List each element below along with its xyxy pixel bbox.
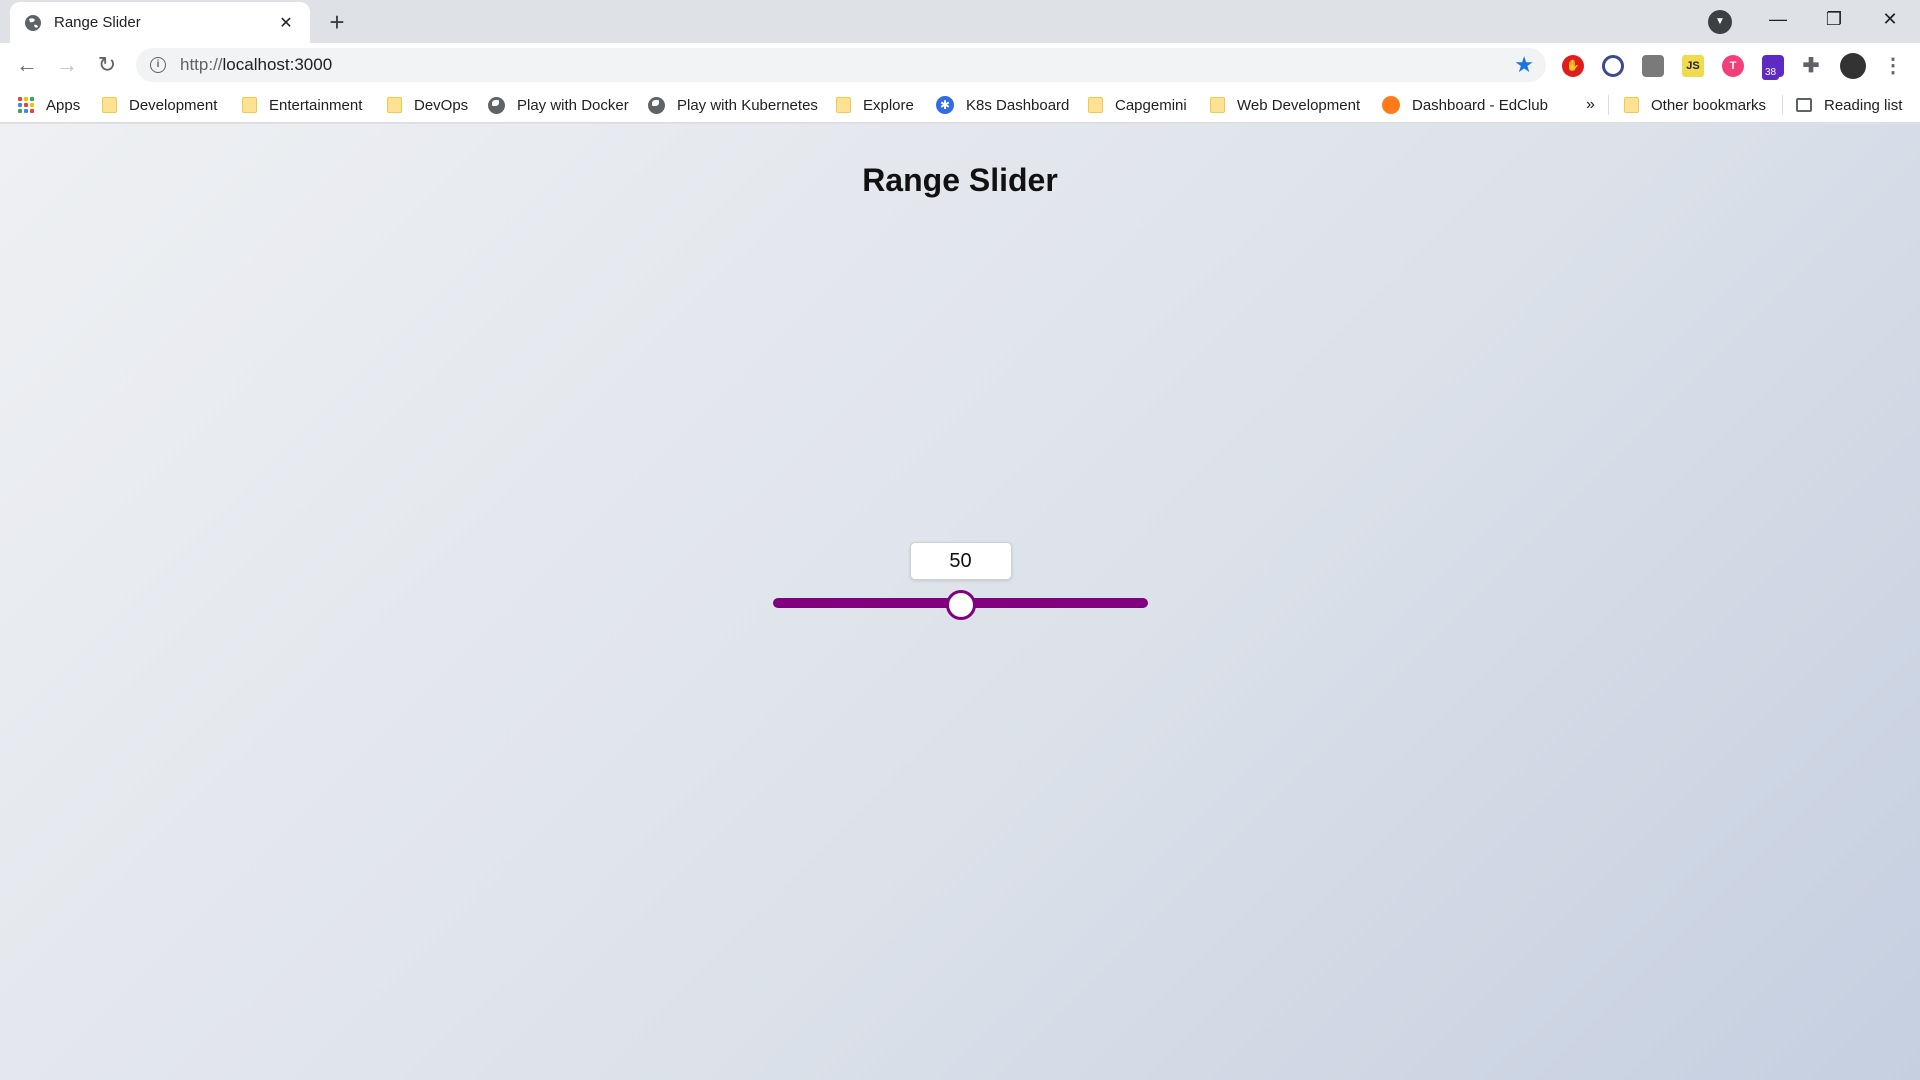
- close-icon[interactable]: ✕: [276, 13, 296, 33]
- tab-search-icon[interactable]: ▼: [1708, 10, 1732, 34]
- folder-icon: [1088, 97, 1103, 113]
- bookmark-play-with-kubernetes[interactable]: Play with Kubernetes: [648, 87, 818, 123]
- bookmark-label: Capgemini: [1115, 96, 1187, 114]
- gray-extension-icon[interactable]: [1642, 55, 1664, 77]
- apps-icon: [18, 97, 34, 113]
- tab-range-slider[interactable]: Range Slider ✕: [10, 2, 310, 43]
- divider: [1608, 95, 1609, 115]
- bookmark-explore[interactable]: Explore: [836, 87, 914, 123]
- address-bar[interactable]: i http://localhost:3000 ★: [136, 48, 1546, 82]
- fox-icon: [1382, 96, 1400, 114]
- slider-value-display: 50: [909, 542, 1012, 580]
- close-window-icon[interactable]: ✕: [1862, 0, 1918, 40]
- avatar[interactable]: [1840, 53, 1866, 79]
- bookmark-star-icon[interactable]: ★: [1514, 52, 1534, 78]
- bookmark-label: K8s Dashboard: [966, 96, 1070, 114]
- browser-toolbar: ← → ↻ i http://localhost:3000 ★ ✋ JS T 3…: [0, 43, 1920, 87]
- folder-icon: [836, 97, 851, 113]
- url-field[interactable]: http://localhost:3000: [180, 55, 1514, 75]
- puzzle-icon[interactable]: ✚: [1800, 55, 1822, 77]
- menu-icon[interactable]: ⋮: [1882, 55, 1904, 77]
- adblock-extension-icon[interactable]: ✋: [1562, 55, 1584, 77]
- globe-icon: [488, 96, 505, 114]
- globe-icon: [25, 14, 41, 31]
- t-extension-icon[interactable]: T: [1722, 55, 1744, 77]
- bookmark-web-development[interactable]: Web Development: [1210, 87, 1360, 123]
- bookmark-other-bookmarks[interactable]: Other bookmarks: [1624, 87, 1766, 123]
- bookmark-label: Other bookmarks: [1651, 96, 1767, 114]
- folder-icon: [1210, 97, 1225, 113]
- reading-list-label: Reading list: [1824, 96, 1903, 114]
- bookmark-label: Apps: [46, 96, 81, 114]
- bookmark-label: Play with Docker: [517, 96, 629, 114]
- bookmark-entertainment[interactable]: Entertainment: [242, 87, 362, 123]
- bookmark-apps[interactable]: Apps: [18, 87, 80, 123]
- tab-title: Range Slider: [54, 14, 141, 31]
- slider-thumb[interactable]: [945, 590, 976, 620]
- info-icon[interactable]: i: [150, 57, 166, 73]
- forward-icon[interactable]: →: [52, 50, 82, 80]
- js-extension-icon[interactable]: JS: [1682, 55, 1704, 77]
- bookmark-dashboard-edclub[interactable]: Dashboard - EdClub: [1382, 87, 1548, 123]
- bookmark-devops[interactable]: DevOps: [387, 87, 468, 123]
- back-icon[interactable]: ←: [12, 50, 42, 80]
- page-content: Range Slider 50: [0, 124, 1920, 1080]
- bookmark-play-with-docker[interactable]: Play with Docker: [488, 87, 629, 123]
- folder-icon: [387, 97, 402, 113]
- kubernetes-icon: ✱: [936, 96, 954, 114]
- url-protocol: http://: [180, 55, 223, 74]
- bookmark-k8s-dashboard[interactable]: ✱ K8s Dashboard: [936, 87, 1069, 123]
- folder-icon: [102, 97, 117, 113]
- reading-list-icon: [1796, 98, 1812, 112]
- divider: [1782, 95, 1783, 115]
- bookmarks-bar: Apps Development Entertainment DevOps Pl…: [0, 87, 1920, 123]
- bookmark-capgemini[interactable]: Capgemini: [1088, 87, 1187, 123]
- bookmark-label: Entertainment: [269, 96, 363, 114]
- restore-icon[interactable]: ❐: [1806, 0, 1862, 40]
- bookmark-label: Dashboard - EdClub: [1412, 96, 1548, 114]
- bookmark-development[interactable]: Development: [102, 87, 217, 123]
- url-host: localhost:3000: [222, 55, 333, 74]
- page-title: Range Slider: [862, 162, 1058, 198]
- folder-icon: [242, 97, 257, 113]
- bookmark-label: Explore: [863, 96, 914, 114]
- reload-icon[interactable]: ↻: [92, 50, 122, 80]
- globe-icon: [648, 96, 665, 114]
- range-slider[interactable]: 50: [773, 542, 1148, 620]
- bookmark-label: DevOps: [414, 96, 469, 114]
- extension-badge: 38: [1762, 66, 1780, 80]
- bookmark-label: Web Development: [1237, 96, 1361, 114]
- folder-icon: [1624, 97, 1639, 113]
- block-extension-icon[interactable]: [1602, 55, 1624, 77]
- tab-strip: Range Slider ✕ + ▼ — ❐ ✕: [0, 0, 1920, 43]
- bookmark-label: Development: [129, 96, 218, 114]
- minimize-icon[interactable]: —: [1750, 0, 1806, 40]
- reading-list-button[interactable]: Reading list: [1796, 87, 1902, 123]
- bookmarks-overflow-button[interactable]: »: [1586, 87, 1595, 123]
- bookmark-label: Play with Kubernetes: [677, 96, 818, 114]
- new-tab-button[interactable]: +: [322, 8, 352, 38]
